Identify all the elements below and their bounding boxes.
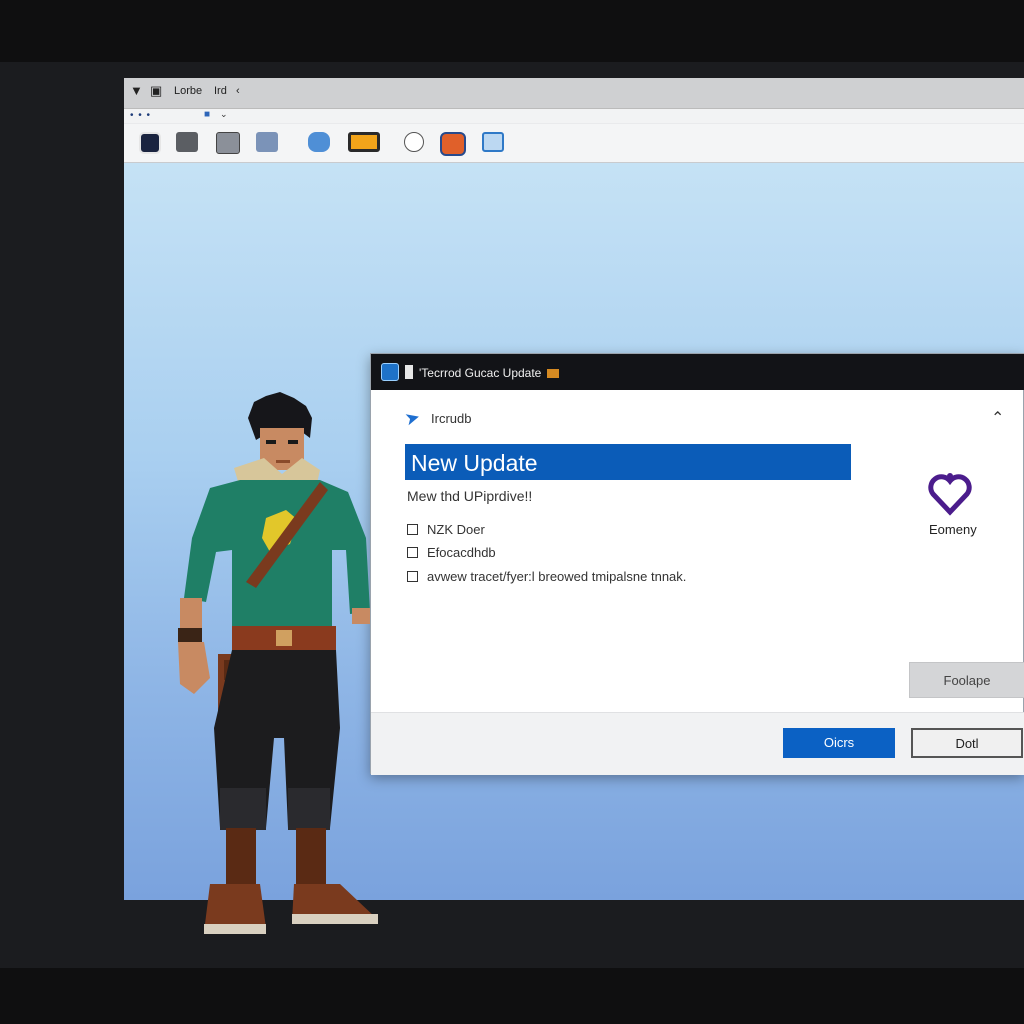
update-dialog: 'Tecrrod Gucac Update ➤ Ircrudb ⌃ New Up… (370, 353, 1024, 775)
dropdown-arrow-icon[interactable]: ▼ (130, 84, 144, 98)
checkbox[interactable] (407, 524, 418, 535)
chevron-up-icon[interactable]: ⌃ (991, 408, 1004, 428)
heart-shield-icon (928, 473, 972, 516)
window-titlebar: ▼ ▣ Lorbe Ird ‹ (124, 78, 1024, 108)
tab-page-icon[interactable]: ■ (204, 109, 210, 120)
heading-highlight: New Update (405, 444, 851, 480)
secondary-button[interactable]: Foolape (909, 662, 1024, 698)
tab-strip: • • • ■ ⌄ (124, 108, 1024, 123)
app-logo-icon (381, 363, 399, 381)
copy-icon[interactable] (216, 132, 240, 154)
option-1[interactable]: NZK Doer (407, 522, 485, 537)
option-label: Efocacdhdb (427, 545, 496, 560)
default-button[interactable]: Dotl (911, 728, 1023, 758)
primary-button[interactable]: Oicrs (783, 728, 895, 758)
paste-icon[interactable] (256, 132, 278, 152)
dialog-heading: New Update (411, 450, 538, 476)
window-title-left: Lorbe (174, 85, 203, 97)
brand-label: Ircrudb (431, 411, 472, 426)
window-icon[interactable] (482, 132, 504, 152)
document-icon (405, 365, 413, 379)
dialog-titlebar: 'Tecrrod Gucac Update (371, 354, 1024, 390)
tab-dots[interactable]: • • • (130, 110, 151, 121)
option-label: avwew tracet/fyer:l breowed tmipalsne tn… (427, 569, 687, 584)
dialog-subtext: Mew thd UPiprdive!! (407, 488, 533, 504)
option-label: NZK Doer (427, 522, 485, 537)
chevron-left-icon[interactable]: ‹ (236, 85, 240, 97)
printer-icon[interactable] (176, 132, 198, 152)
folder-icon[interactable] (348, 132, 380, 152)
option-2[interactable]: Efocacdhdb (407, 545, 496, 560)
stop-icon[interactable] (440, 132, 466, 156)
tab-chevron-icon[interactable]: ⌄ (220, 109, 228, 120)
pixel-character-illustration (178, 392, 378, 934)
checkbox[interactable] (407, 571, 418, 582)
screen-bottom-band (0, 968, 1024, 1024)
toolbar (124, 124, 1024, 163)
flag-icon (547, 369, 559, 378)
app-icon[interactable] (139, 132, 161, 154)
option-3[interactable]: avwew tracet/fyer:l breowed tmipalsne tn… (407, 569, 686, 584)
checkbox[interactable] (407, 547, 418, 558)
bell-icon[interactable] (404, 132, 424, 152)
monitor-icon[interactable] (308, 132, 330, 152)
side-label: Eomeny (929, 522, 977, 537)
dialog-title: 'Tecrrod Gucac Update (419, 366, 542, 380)
brand-arrow-icon: ➤ (402, 406, 423, 430)
window-title-right: Ird (214, 85, 227, 97)
window-square-icon[interactable]: ▣ (150, 84, 164, 98)
screen-top-band (0, 0, 1024, 62)
